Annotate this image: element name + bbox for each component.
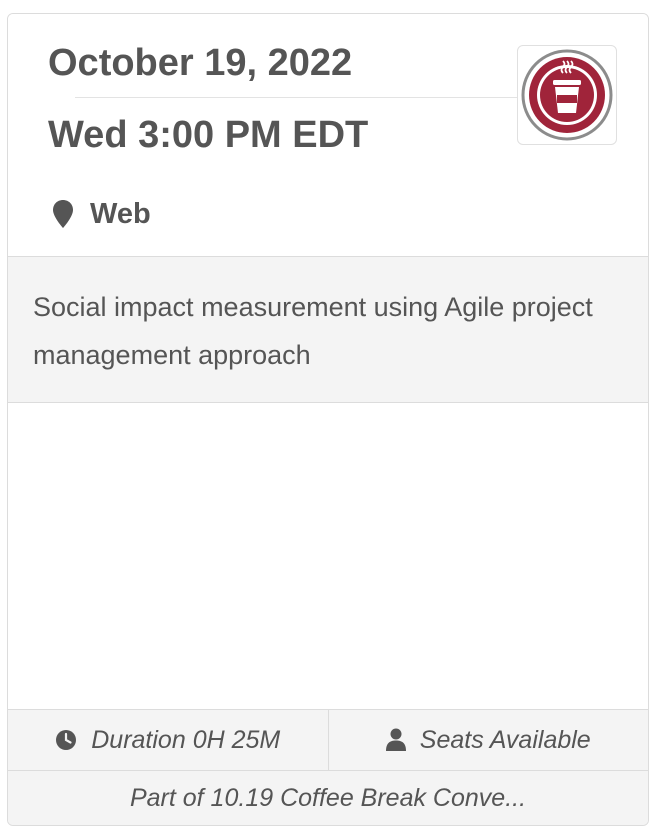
coffee-cup-icon (521, 49, 613, 141)
event-card[interactable]: October 19, 2022 Wed 3:00 PM EDT Web Soc… (7, 13, 649, 826)
map-marker-icon (52, 199, 74, 229)
seats-info: Seats Available (329, 710, 649, 770)
header-divider (75, 97, 525, 98)
event-meta-row: Duration 0H 25M Seats Available (8, 709, 648, 771)
clock-icon (56, 730, 77, 750)
seats-label: Seats Available (419, 725, 591, 754)
event-logo (517, 45, 617, 145)
series-link[interactable]: Part of 10.19 Coffee Break Conve... (8, 771, 648, 825)
duration-label: Duration 0H 25M (91, 725, 281, 754)
event-header: October 19, 2022 Wed 3:00 PM EDT Web (8, 14, 648, 257)
event-location: Web (52, 197, 151, 231)
event-time: Wed 3:00 PM EDT (48, 114, 369, 156)
user-icon (385, 728, 406, 751)
duration-info: Duration 0H 25M (8, 710, 329, 770)
location-label: Web (90, 197, 151, 230)
event-description: Social impact measurement using Agile pr… (8, 257, 648, 403)
event-date: October 19, 2022 (48, 42, 353, 84)
